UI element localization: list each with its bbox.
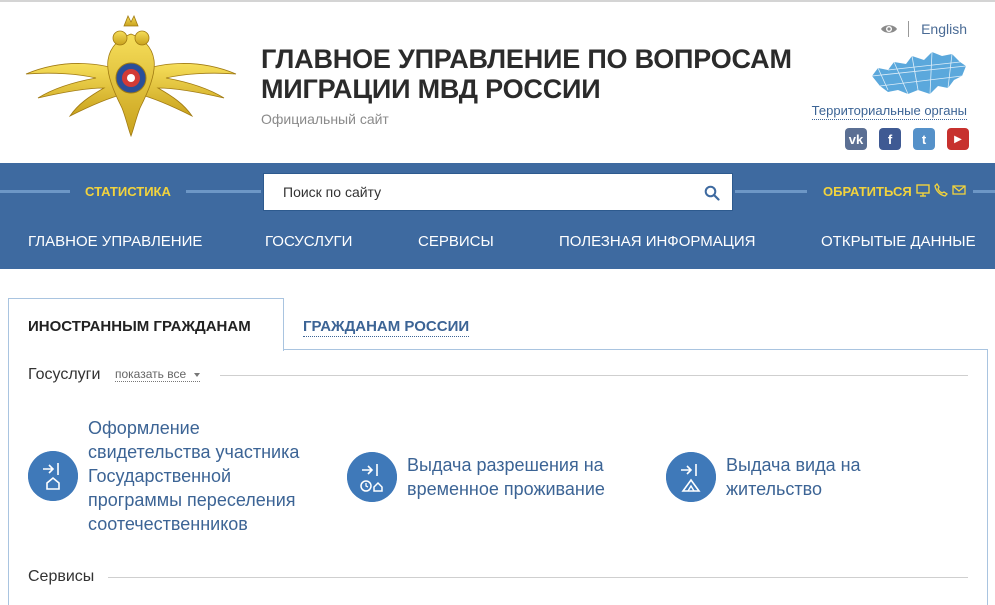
youtube-icon[interactable]: ▶ (947, 128, 969, 150)
caret-down-icon (194, 372, 201, 377)
service-card-residence-permit[interactable]: Выдача вида на жительство (666, 452, 861, 502)
show-all-dropdown[interactable]: показать все (115, 367, 201, 382)
menu-item-main-directorate[interactable]: ГЛАВНОЕ УПРАВЛЕНИЕ (28, 233, 202, 250)
decor-line (973, 190, 995, 193)
eye-icon[interactable] (880, 22, 898, 36)
facebook-glyph: f (887, 131, 893, 147)
russia-map-icon[interactable] (868, 46, 968, 100)
service-label-line: соотечественников (88, 514, 248, 534)
menu-item-useful-info[interactable]: ПОЛЕЗНАЯ ИНФОРМАЦИЯ (559, 233, 755, 250)
contact-icons (916, 183, 966, 197)
service-label-line: временное проживание (407, 479, 605, 499)
show-all-label: показать все (115, 367, 187, 381)
section-divider (220, 375, 968, 376)
service-label: Выдача вида на жительство (726, 453, 861, 501)
search-icon[interactable] (704, 185, 720, 201)
service-label-line: Выдача вида на (726, 455, 861, 475)
navigation-band: СТАТИСТИКА ОБРАТИТЬСЯ ГЛАВНОЕ УПРАВЛЕНИЕ… (0, 163, 995, 269)
section-divider (108, 577, 968, 578)
monitor-icon[interactable] (916, 183, 930, 197)
house-icon (28, 451, 78, 501)
site-title-line1: ГЛАВНОЕ УПРАВЛЕНИЕ ПО ВОПРОСАМ (261, 44, 792, 74)
site-title-line2: МИГРАЦИИ МВД РОССИИ (261, 74, 601, 104)
tab-foreign-citizens[interactable]: ИНОСТРАННЫМ ГРАЖДАНАМ (8, 298, 284, 351)
tent-icon (666, 452, 716, 502)
contact-link[interactable]: ОБРАТИТЬСЯ (823, 184, 912, 199)
service-label-line: свидетельства участника (88, 442, 300, 462)
tab-foreign-citizens-label: ИНОСТРАННЫМ ГРАЖДАНАМ (28, 318, 251, 335)
decor-line (735, 190, 807, 193)
tab-russian-citizens[interactable]: ГРАЖДАНАМ РОССИИ (303, 318, 470, 337)
youtube-glyph: ▶ (954, 133, 962, 145)
decor-line (0, 190, 70, 193)
mvd-emblem-logo[interactable] (24, 12, 238, 140)
social-links: vk f t ▶ (845, 128, 969, 150)
service-card-temporary-residence[interactable]: Выдача разрешения на временное проживани… (347, 452, 605, 502)
menu-item-services[interactable]: СЕРВИСЫ (418, 233, 494, 250)
facebook-icon[interactable]: f (879, 128, 901, 150)
vk-glyph: vk (848, 131, 864, 147)
service-label-line: Оформление (88, 418, 200, 438)
mail-icon[interactable] (952, 183, 966, 197)
english-link[interactable]: English (921, 21, 967, 37)
service-label-line: Государственной (88, 466, 232, 486)
twitter-glyph: t (921, 131, 927, 147)
search-box (263, 173, 733, 211)
gosuslugi-heading: Госуслуги (28, 366, 101, 383)
menu-item-gosuslugi[interactable]: ГОСУСЛУГИ (265, 233, 352, 250)
territorial-bodies-link[interactable]: Территориальные органы (811, 103, 967, 120)
service-label-line: программы переселения (88, 490, 296, 510)
statistics-link[interactable]: СТАТИСТИКА (85, 184, 171, 199)
services-heading: Сервисы (28, 568, 95, 585)
service-label-line: жительство (726, 479, 823, 499)
menu-item-open-data[interactable]: ОТКРЫТЫЕ ДАННЫЕ (821, 233, 976, 250)
service-label: Выдача разрешения на временное проживани… (407, 453, 605, 501)
decor-line (186, 190, 261, 193)
service-card-resettlement[interactable]: Оформление свидетельства участника Госуд… (28, 416, 299, 536)
clock-house-icon (347, 452, 397, 502)
top-border (0, 0, 995, 2)
service-label-line: Выдача разрешения на (407, 455, 604, 475)
vk-icon[interactable]: vk (845, 128, 867, 150)
site-subtitle: Официальный сайт (261, 111, 389, 127)
separator (908, 21, 910, 37)
search-input[interactable] (264, 174, 732, 210)
phone-icon[interactable] (934, 183, 948, 197)
service-label: Оформление свидетельства участника Госуд… (88, 416, 299, 536)
site-title: ГЛАВНОЕ УПРАВЛЕНИЕ ПО ВОПРОСАМ МИГРАЦИИ … (261, 44, 792, 104)
language-switch: English (880, 21, 967, 37)
twitter-icon[interactable]: t (913, 128, 935, 150)
